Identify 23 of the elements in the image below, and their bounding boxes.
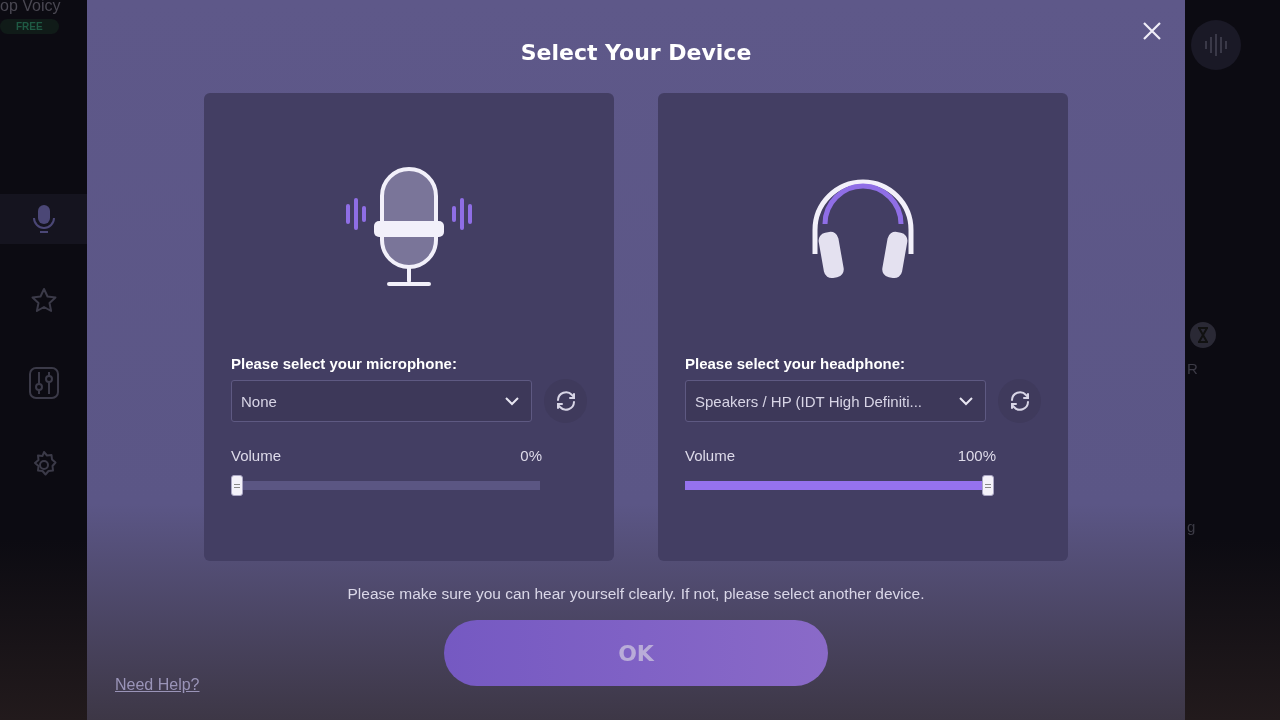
device-dropdown[interactable]: None <box>231 380 533 422</box>
close-icon[interactable] <box>1142 21 1162 41</box>
chevron-down-icon <box>505 396 520 406</box>
hourglass-icon <box>1190 322 1216 348</box>
volume-label: Volume <box>231 447 282 464</box>
refresh-button[interactable] <box>998 379 1041 423</box>
volume-label: Volume <box>685 447 736 464</box>
refresh-button[interactable] <box>544 379 587 423</box>
star-icon[interactable] <box>29 287 58 315</box>
help-link[interactable]: Need Help? <box>115 676 200 694</box>
volume-reading: 0% <box>520 447 542 464</box>
instruction-text: Please make sure you can hear yourself clearly. If not, please select another device. <box>347 585 925 603</box>
volume-reading: 100% <box>957 447 996 464</box>
refresh-icon <box>554 390 577 412</box>
microphone-icon <box>344 166 474 288</box>
device-dropdown[interactable]: Speakers / HP (IDT High Definiti... <box>685 380 987 422</box>
app-title: op Voicy <box>0 0 61 15</box>
device-label: Please select your headphone: <box>685 355 907 374</box>
device-label: Please select your microphone: <box>231 355 458 374</box>
dialog-title: Select Your Device <box>520 40 752 67</box>
plan-badge: FREE <box>0 19 59 34</box>
refresh-icon <box>1008 390 1031 412</box>
chevron-down-icon <box>959 396 974 406</box>
